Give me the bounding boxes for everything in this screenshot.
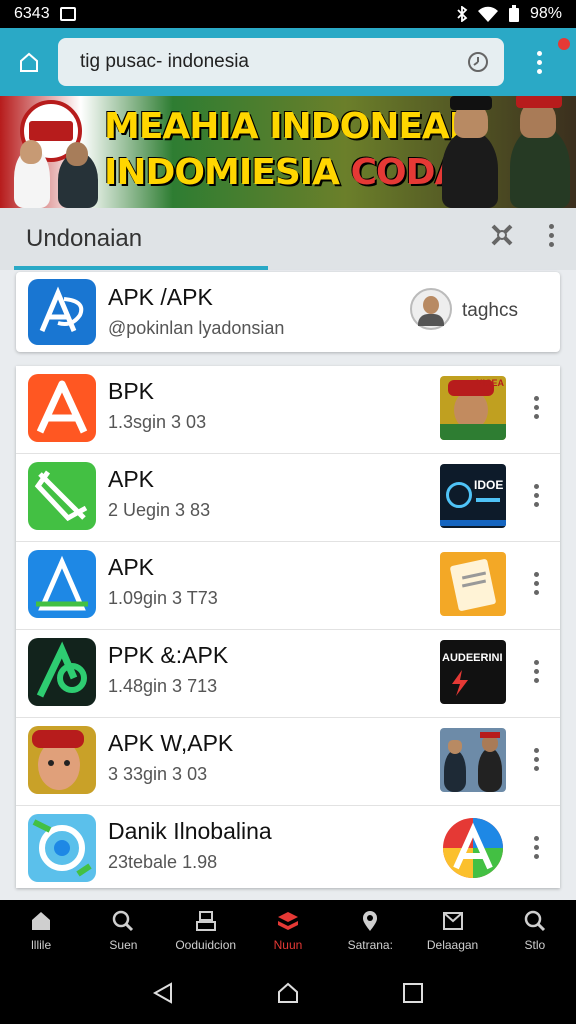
more-icon — [536, 50, 542, 74]
nav-item-news[interactable]: Nuun — [247, 900, 329, 962]
app-meta: 23tebale 1.98 — [108, 852, 218, 872]
search-icon — [113, 910, 134, 932]
search-icon — [524, 910, 545, 932]
nav-label: Delaagan — [426, 938, 479, 952]
promo-banner[interactable]: MEAHIA INDONEAN INDOMIESIA CODA! — [0, 96, 576, 208]
app-thumbnail: NICEA — [440, 376, 506, 440]
app-meta: 1.48gin 3 713 — [108, 676, 218, 696]
list-item[interactable]: Danik Ilnobalina 23tebale 1.98 — [16, 806, 560, 894]
app-icon-apk-blue — [28, 550, 96, 618]
list-item[interactable]: APK W,APK 3 33gin 3 03 — [16, 718, 560, 806]
app-meta: 1.3sgin 3 03 — [108, 412, 207, 432]
featured-app-name: APK /APK — [108, 284, 213, 310]
nav-item-messages[interactable]: Delaagan — [411, 900, 493, 962]
tab-title[interactable]: Undonaian — [26, 225, 142, 253]
thumb-text: NICEA — [475, 378, 504, 388]
battery-icon — [508, 5, 519, 22]
nav-label: Nuun — [273, 938, 303, 952]
overflow-menu-button[interactable] — [504, 28, 574, 96]
status-time: 6343 — [14, 5, 50, 22]
app-name: APK — [108, 554, 155, 580]
app-thumbnail — [440, 816, 506, 880]
banner-people-right — [406, 96, 576, 208]
activity-icon — [59, 7, 76, 21]
recents-icon[interactable] — [401, 981, 425, 1005]
row-more-icon[interactable] — [534, 748, 539, 771]
thumb-text: AUDEERINI — [442, 652, 503, 664]
banner-people-left — [4, 140, 104, 208]
system-nav — [0, 962, 576, 1024]
url-bar[interactable]: tig pusac- indonesia — [58, 38, 504, 86]
home-button[interactable] — [0, 28, 58, 96]
list-item[interactable]: APK 1.09gin 3 T73 — [16, 542, 560, 630]
row-more-icon[interactable] — [534, 660, 539, 683]
app-name: APK — [108, 466, 155, 492]
notification-dot — [558, 38, 570, 50]
nav-item-search[interactable]: Suen — [82, 900, 164, 962]
nav-label: Satrana: — [347, 938, 393, 952]
tools-icon[interactable] — [489, 222, 515, 248]
featured-tag[interactable]: taghcs — [462, 300, 518, 322]
nav-label: Ooduidcion — [175, 938, 237, 952]
app-name: PPK &:APK — [108, 642, 229, 668]
nav-label: Stlo — [524, 938, 546, 952]
wifi-icon — [477, 6, 498, 22]
status-bar: 6343 98% — [0, 0, 576, 28]
banner-line2a: INDOMIESIA — [104, 152, 340, 193]
app-thumbnail: IDOE — [440, 464, 506, 528]
tab-more-icon[interactable] — [549, 223, 554, 247]
app-name: APK W,APK — [108, 730, 234, 756]
battery-level: 98% — [529, 5, 562, 22]
url-text: tig pusac- indonesia — [80, 51, 249, 72]
list-item[interactable]: PPK &:APK 1.48gin 3 713 AUDEERINI — [16, 630, 560, 718]
app-icon-bpk — [28, 374, 96, 442]
app-icon-apk-green — [28, 462, 96, 530]
app-icon-ppk — [28, 638, 96, 706]
home-icon[interactable] — [276, 981, 300, 1005]
browser-toolbar: tig pusac- indonesia — [0, 28, 576, 96]
bluetooth-icon — [457, 6, 468, 22]
pin-icon — [363, 911, 378, 931]
app-meta: 3 33gin 3 03 — [108, 764, 208, 784]
app-thumbnail — [440, 552, 506, 616]
stack-icon — [195, 911, 216, 931]
app-icon-danik — [28, 814, 96, 882]
nav-item-production[interactable]: Ooduidcion — [165, 900, 247, 962]
app-meta: 2 Uegin 3 83 — [108, 500, 211, 520]
app-name: Danik Ilnobalina — [108, 818, 272, 844]
app-meta: 1.09gin 3 T73 — [108, 588, 218, 608]
nav-label: lllile — [31, 938, 52, 952]
bottom-nav: lllile Suen Ooduidcion Nuun Satrana: Del… — [0, 900, 576, 962]
row-more-icon[interactable] — [534, 572, 539, 595]
nav-item-location[interactable]: Satrana: — [329, 900, 411, 962]
list-item[interactable]: BPK 1.3sgin 3 03 NICEA — [16, 366, 560, 454]
message-icon — [442, 912, 463, 930]
row-more-icon[interactable] — [534, 484, 539, 507]
app-list: BPK 1.3sgin 3 03 NICEA APK 2 Uegin 3 83 … — [16, 366, 560, 888]
avatar[interactable] — [410, 288, 452, 330]
home-icon — [20, 52, 38, 72]
featured-app-handle: @pokinlan lyadonsian — [108, 318, 285, 338]
app-thumbnail: AUDEERINI — [440, 640, 506, 704]
nav-label: Suen — [109, 938, 138, 952]
row-more-icon[interactable] — [534, 836, 539, 859]
tab-indicator — [14, 266, 268, 270]
app-icon-apk-w — [28, 726, 96, 794]
nav-item-home[interactable]: lllile — [0, 900, 82, 962]
tab-header: Undonaian — [0, 208, 576, 270]
list-item[interactable]: APK 2 Uegin 3 83 IDOE — [16, 454, 560, 542]
app-thumbnail — [440, 728, 506, 792]
thumb-text: IDOE — [474, 478, 504, 492]
row-more-icon[interactable] — [534, 396, 539, 419]
home-icon — [32, 912, 51, 930]
nav-item-search-2[interactable]: Stlo — [494, 900, 576, 962]
featured-app-card[interactable]: APK /APK @pokinlan lyadonsian taghcs — [16, 272, 560, 352]
featured-app-icon — [28, 279, 96, 345]
clock-icon[interactable] — [466, 50, 490, 74]
stack-red-icon — [277, 912, 298, 930]
back-icon[interactable] — [151, 981, 175, 1005]
app-name: BPK — [108, 378, 155, 404]
